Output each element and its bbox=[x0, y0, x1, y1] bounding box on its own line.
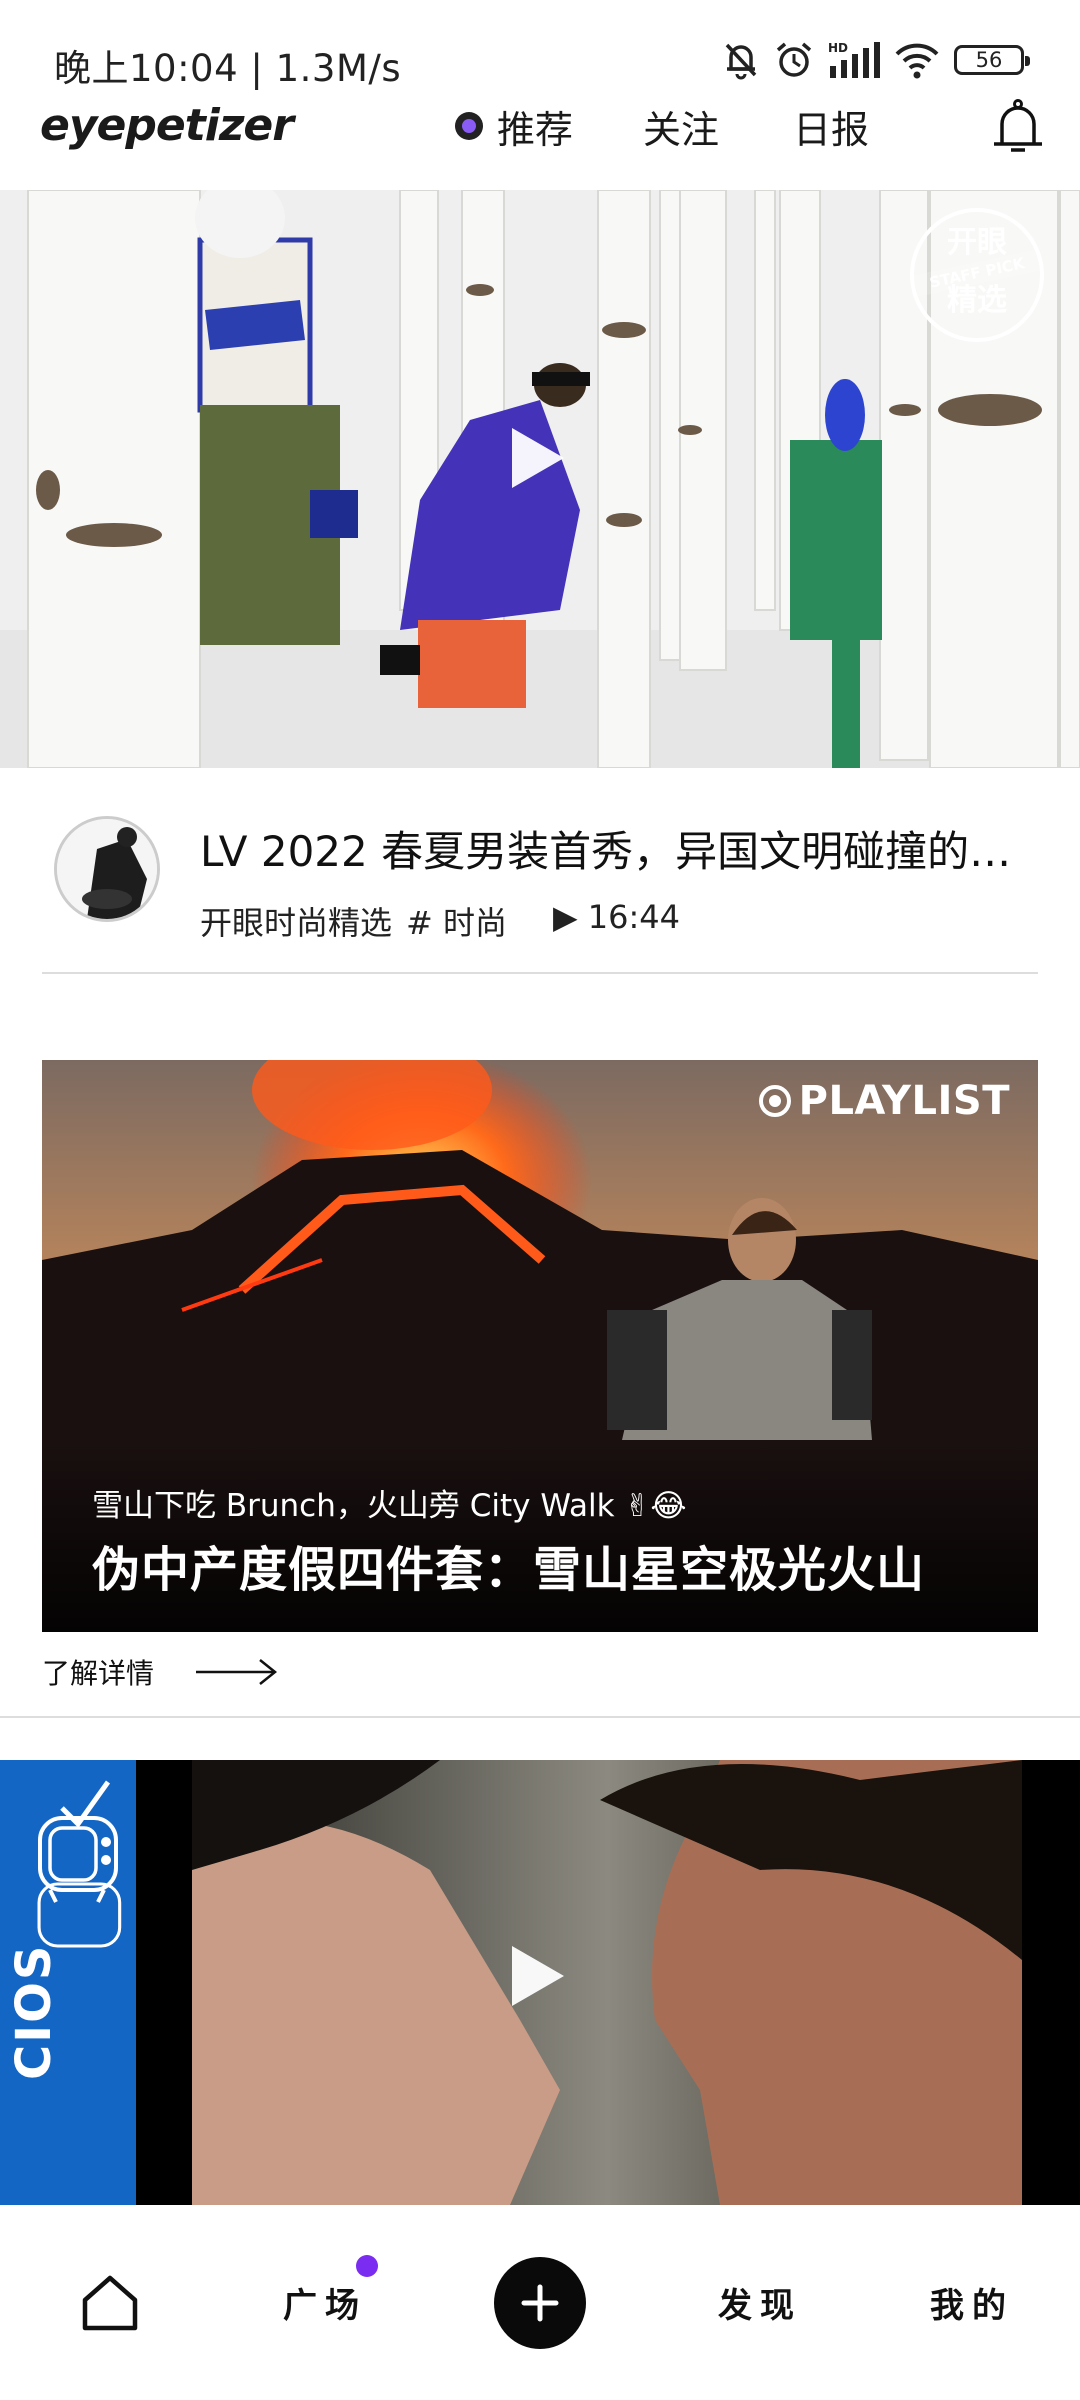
video-meta[interactable]: LV 2022 春夏男装首秀，异国文明碰撞的… 开眼时尚精选 # 时尚 ▶ 16… bbox=[0, 768, 1080, 973]
learn-more-link[interactable]: 了解详情 bbox=[42, 1652, 278, 1692]
video-subinfo: 开眼时尚精选 # 时尚 ▶ 16:44 bbox=[200, 898, 680, 944]
video-thumbnail[interactable]: 开眼 STAFF PICK 精选 bbox=[0, 190, 1080, 768]
video-thumbnail-2[interactable] bbox=[0, 1760, 1080, 2205]
staff-pick-badge: 开眼 STAFF PICK 精选 bbox=[910, 208, 1044, 342]
app-logo: eyepetizer bbox=[40, 100, 294, 151]
nav-square-label: 广场 bbox=[283, 2286, 367, 2326]
learn-more-label: 了解详情 bbox=[42, 1657, 155, 1690]
home-icon bbox=[82, 2275, 138, 2330]
wifi-icon bbox=[895, 43, 939, 79]
status-icons: HD 56 bbox=[722, 36, 1030, 84]
active-tab-icon bbox=[455, 112, 483, 140]
battery-level: 56 bbox=[975, 48, 1003, 72]
arrow-right-icon bbox=[196, 1659, 278, 1685]
bell-icon[interactable] bbox=[990, 98, 1046, 158]
nav-mine-label: 我的 bbox=[930, 2286, 1014, 2326]
author-name[interactable]: 开眼时尚精选 bbox=[200, 898, 392, 944]
divider bbox=[42, 972, 1038, 974]
playlist-badge-label: PLAYLIST bbox=[798, 1078, 1010, 1124]
video-title[interactable]: LV 2022 春夏男装首秀，异国文明碰撞的… bbox=[200, 818, 1030, 879]
nav-mine[interactable]: 我的 bbox=[912, 2205, 1032, 2400]
channel-label: CIOS bbox=[6, 1943, 62, 2080]
notification-dot bbox=[356, 2255, 378, 2277]
battery-icon: 56 bbox=[954, 45, 1030, 75]
avatar[interactable] bbox=[54, 816, 160, 922]
playlist-banner[interactable]: PLAYLIST 雪山下吃 Brunch，火山旁 City Walk ✌😂 伪中… bbox=[42, 1060, 1038, 1632]
playlist-title: 伪中产度假四件套：雪山星空极光火山 bbox=[92, 1542, 926, 1598]
tab-follow-label: 关注 bbox=[643, 107, 720, 152]
tab-recommend[interactable]: 推荐 bbox=[455, 99, 573, 154]
bottom-nav: 广场 发现 我的 bbox=[0, 2205, 1080, 2400]
tab-recommend-label: 推荐 bbox=[497, 107, 574, 152]
video-duration: ▶ 16:44 bbox=[553, 898, 681, 936]
nav-discover-label: 发现 bbox=[718, 2286, 802, 2326]
status-time-speed: 晚上10:04 | 1.3M/s bbox=[54, 47, 402, 90]
playlist-badge: PLAYLIST bbox=[758, 1078, 1010, 1124]
nav-tabs: 推荐 关注 日报 bbox=[455, 95, 869, 157]
section-divider bbox=[0, 1716, 1080, 1718]
play-icon-2[interactable] bbox=[512, 1946, 564, 2006]
plus-button[interactable] bbox=[494, 2256, 586, 2349]
play-icon[interactable] bbox=[512, 428, 564, 488]
playlist-icon bbox=[758, 1085, 791, 1117]
status-bar: 晚上10:04 | 1.3M/s HD 56 bbox=[0, 0, 1080, 95]
tab-daily-label: 日报 bbox=[793, 107, 870, 152]
nav-home[interactable] bbox=[60, 2205, 160, 2400]
nav-publish[interactable] bbox=[488, 2205, 592, 2400]
playlist-subtitle: 雪山下吃 Brunch，火山旁 City Walk ✌😂 bbox=[92, 1488, 687, 1524]
signal-icon: HD bbox=[828, 41, 880, 78]
mute-bell-icon bbox=[725, 43, 757, 80]
category-tag[interactable]: # 时尚 bbox=[406, 898, 507, 944]
plus-icon bbox=[521, 2284, 559, 2321]
svg-text:HD: HD bbox=[828, 41, 848, 55]
tab-daily[interactable]: 日报 bbox=[793, 99, 869, 154]
tab-follow[interactable]: 关注 bbox=[643, 99, 719, 154]
avatar-image bbox=[57, 819, 157, 919]
app-header: eyepetizer 推荐 关注 日报 bbox=[0, 95, 1080, 190]
nav-square[interactable]: 广场 bbox=[260, 2205, 390, 2400]
nav-discover[interactable]: 发现 bbox=[700, 2205, 820, 2400]
alarm-icon bbox=[776, 42, 812, 77]
